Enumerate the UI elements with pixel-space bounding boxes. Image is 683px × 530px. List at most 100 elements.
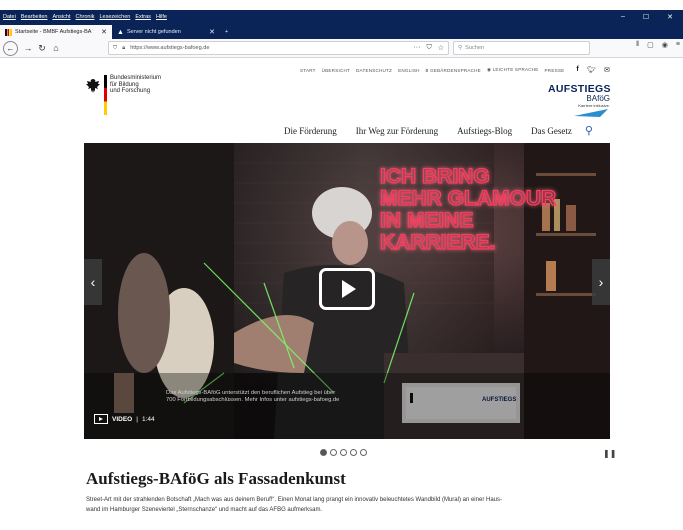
util-link-leichte-sprache[interactable]: ◉ LEICHTE SPRACHE [487, 67, 539, 73]
lock-icon[interactable]: 🔒︎ [122, 45, 125, 52]
library-icon[interactable]: ⫴ [636, 41, 639, 49]
main-navigation: Die Förderung Ihr Weg zur Förderung Aufs… [284, 124, 593, 137]
menu-history[interactable]: Chronik [76, 14, 95, 20]
util-link-label: LEICHTE SPRACHE [492, 67, 539, 72]
web-page: Bundesministerium für Bildung und Forsch… [0, 58, 683, 530]
ministry-logo-text[interactable]: Bundesministerium für Bildung und Forsch… [110, 75, 161, 95]
hero-video-slider[interactable]: AUFSTIEGS ICH BRING MEHR GLAMOUR IN MEIN… [84, 143, 610, 439]
forward-icon[interactable]: → [21, 43, 35, 53]
more-actions-icon[interactable]: ··· [413, 44, 420, 52]
ministry-line: und Forschung [110, 88, 151, 94]
caption-line: Das Aufstiegs-BAföG unterstützt den beru… [166, 390, 336, 396]
neon-line: KARRIERE. [380, 231, 496, 254]
hamburger-menu-icon[interactable]: ≡ [676, 41, 680, 49]
util-link-datenschutz[interactable]: DATENSCHUTZ [356, 68, 392, 73]
brand-subword: BAföG [586, 94, 610, 103]
video-label[interactable]: VIDEO | 1:44 [94, 414, 155, 424]
video-duration: 1:44 [141, 415, 155, 423]
search-input[interactable]: ⚲ Suchen [453, 41, 590, 55]
pause-slider-icon[interactable]: ❚❚ [603, 449, 616, 458]
util-link-start[interactable]: START [300, 68, 316, 73]
teaser-line: Street-Art mit der strahlenden Botschaft… [86, 497, 502, 503]
menu-file[interactable]: Datei [3, 14, 16, 20]
nav-das-gesetz[interactable]: Das Gesetz [531, 126, 572, 136]
tab-label: Startseite - BMBF Aufstiegs-BA [15, 29, 92, 35]
menu-bookmarks[interactable]: Lesezeichen [99, 14, 130, 20]
facebook-icon[interactable]: f [576, 66, 579, 74]
brand-tagline: Karriere inklusive. [578, 103, 610, 108]
teaser-line: wand im Hamburger Szeneviertel „Sternsch… [86, 507, 323, 513]
tab-server-not-found[interactable]: ▲ Server nicht gefunden ✕ [112, 25, 220, 39]
maximize-icon[interactable]: ☐ [643, 13, 649, 21]
navigation-toolbar: ← → ↻ ⌂ ⛉ 🔒︎ https://www.aufstiegs-bafoe… [0, 39, 683, 58]
slide-dot-2[interactable] [330, 449, 337, 456]
search-icon: ⚲ [458, 45, 463, 51]
tab-startseite[interactable]: Startseite - BMBF Aufstiegs-BA ✕ [0, 25, 112, 39]
federal-eagle-icon [86, 79, 100, 93]
sign-language-icon: ✋︎ [425, 67, 429, 73]
account-icon[interactable]: ◉ [662, 41, 668, 49]
brand-swoosh-icon [574, 109, 608, 117]
pocket-icon[interactable]: ⛉ [426, 44, 431, 52]
menu-view[interactable]: Ansicht [52, 14, 70, 20]
article-title: Aufstiegs-BAföG als Fassadenkunst [86, 469, 346, 488]
menu-edit[interactable]: Bearbeiten [21, 14, 48, 20]
url-bar[interactable]: ⛉ 🔒︎ https://www.aufstiegs-bafoeg.de ···… [108, 41, 449, 55]
caption-line: 700 Fortbildungsabschlüssen. Mehr Infos … [166, 397, 340, 404]
play-icon [342, 280, 356, 298]
slider-pagination [320, 449, 367, 456]
video-separator: | [136, 415, 138, 423]
slider-prev-button[interactable]: ‹ [84, 259, 102, 305]
slide-dot-3[interactable] [340, 449, 347, 456]
video-caption: Das Aufstiegs-BAföG unterstützt den beru… [166, 390, 416, 405]
window-top-strip [0, 0, 683, 10]
mail-icon[interactable]: ✉ [604, 66, 610, 74]
slide-dot-4[interactable] [350, 449, 357, 456]
utility-nav: START ÜBERSICHT DATENSCHUTZ ENGLISH ✋︎ G… [300, 66, 610, 74]
easy-language-icon: ◉ [486, 67, 492, 72]
ministry-line: Bundesministerium [110, 75, 162, 81]
util-link-uebersicht[interactable]: ÜBERSICHT [322, 68, 350, 73]
close-tab-icon[interactable]: ✕ [209, 28, 215, 36]
tab-label: Server nicht gefunden [126, 29, 181, 35]
site-search-icon[interactable]: ⚲ [585, 124, 593, 137]
util-link-english[interactable]: ENGLISH [398, 68, 420, 73]
bookmark-star-icon[interactable]: ☆ [438, 44, 444, 52]
util-link-label: GEBÄRDENSPRACHE [429, 67, 481, 73]
menu-help[interactable]: Hilfe [156, 14, 167, 20]
menu-tools[interactable]: Extras [135, 14, 151, 20]
close-tab-icon[interactable]: ✕ [101, 28, 107, 36]
slide-dot-5[interactable] [360, 449, 367, 456]
nav-ihr-weg[interactable]: Ihr Weg zur Förderung [356, 126, 438, 136]
url-text[interactable]: https://www.aufstiegs-bafoeg.de [130, 45, 209, 51]
slide-dot-1[interactable] [320, 449, 327, 456]
video-icon [94, 414, 108, 424]
slider-next-button[interactable]: › [592, 259, 610, 305]
aufstiegs-bafoeg-logo[interactable]: AUFSTIEGS BAföG Karriere inklusive. [548, 83, 610, 117]
back-icon[interactable]: ← [3, 40, 18, 56]
util-link-presse[interactable]: PRESSE [545, 68, 565, 73]
home-icon[interactable]: ⌂ [49, 43, 63, 53]
bmbf-favicon-icon [5, 28, 12, 36]
close-window-icon[interactable]: ✕ [667, 13, 673, 21]
menu-bar: Datei Bearbeiten Ansicht Chronik Lesezei… [0, 10, 683, 24]
shield-icon[interactable]: ⛉ [113, 45, 117, 52]
new-tab-icon[interactable]: + [220, 25, 233, 39]
neon-line: MEHR GLAMOUR [380, 187, 556, 210]
nav-aufstiegs-blog[interactable]: Aufstiegs-Blog [457, 126, 512, 136]
play-video-button[interactable] [319, 268, 375, 310]
nav-die-foerderung[interactable]: Die Förderung [284, 126, 337, 136]
reload-icon[interactable]: ↻ [35, 43, 49, 54]
minimize-icon[interactable]: – [621, 13, 625, 21]
tab-bar: Startseite - BMBF Aufstiegs-BA ✕ ▲ Serve… [0, 24, 683, 39]
german-flag-bar [104, 75, 107, 115]
sidebar-icon[interactable]: ▢ [647, 41, 654, 49]
neon-line: IN MEINE [380, 209, 473, 232]
util-link-gebaerdensprache[interactable]: ✋︎ GEBÄRDENSPRACHE [426, 68, 481, 73]
search-placeholder: Suchen [465, 45, 485, 51]
article-teaser: Street-Art mit der strahlenden Botschaft… [86, 495, 616, 515]
neon-line: ICH BRING [380, 165, 490, 188]
twitter-icon[interactable]: 🐦︎ [587, 66, 596, 74]
video-label-text: VIDEO [112, 415, 133, 423]
warning-icon: ▲ [117, 28, 124, 36]
